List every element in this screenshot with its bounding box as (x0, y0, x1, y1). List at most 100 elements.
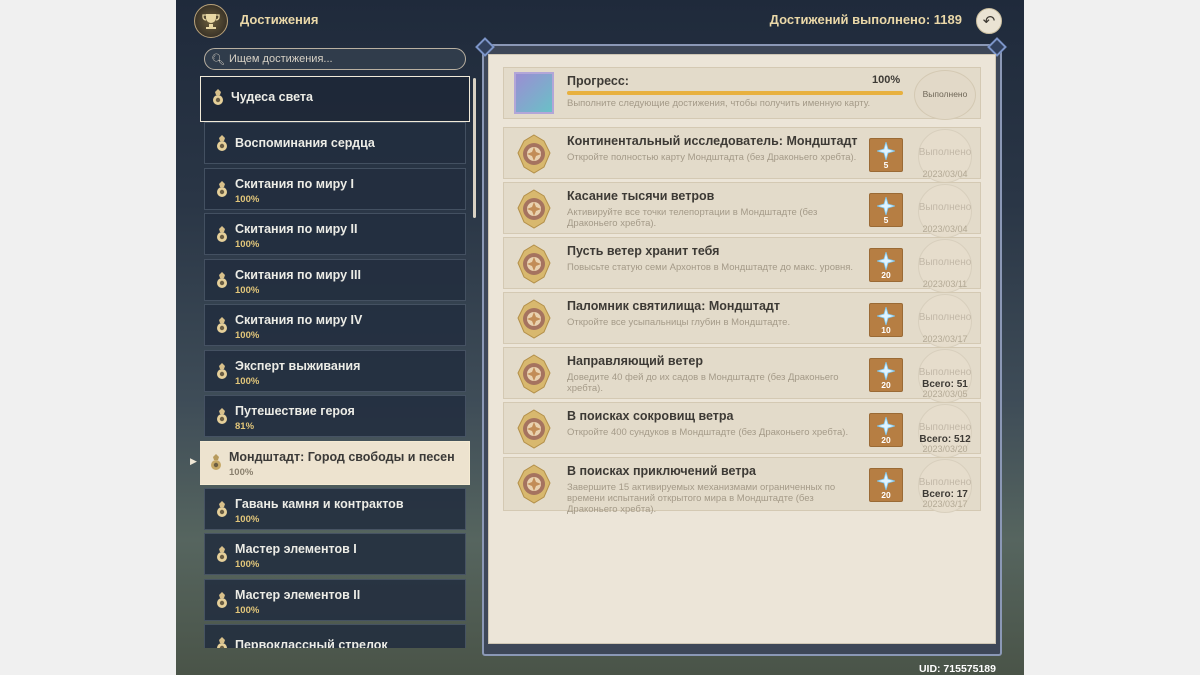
medal-icon (213, 89, 223, 105)
category-percent: 100% (235, 194, 260, 205)
primogem-icon (877, 197, 895, 215)
uid-label: UID: 715575189 (918, 663, 996, 675)
category-name: Скитания по миру IV (235, 313, 363, 327)
category-item[interactable]: Мастер элементов I 100% (204, 533, 466, 575)
category-percent: 100% (235, 605, 260, 616)
achievement-description: Повысьте статую семи Архонтов в Мондштад… (567, 262, 854, 273)
category-item[interactable]: Первоклассный стрелок (204, 624, 466, 648)
back-button[interactable]: ↶ (976, 8, 1002, 34)
progress-stamp: Выполнено (914, 70, 976, 120)
achievement-medal-icon (517, 464, 551, 504)
achievement-medal-icon (517, 134, 551, 174)
category-item[interactable]: Скитания по миру I 100% (204, 168, 466, 210)
primogem-reward: 20 (869, 248, 903, 282)
stamp-date: 2023/03/04 (922, 224, 968, 234)
progress-title: Прогресс: (567, 74, 629, 88)
category-scrollbar[interactable] (473, 78, 476, 218)
achievement-medal-icon (517, 189, 551, 229)
medal-icon (217, 272, 227, 288)
search-icon: 🔍︎ (211, 52, 225, 66)
completed-stamp: Выполнено 2023/03/04 (910, 184, 980, 238)
search-input[interactable] (224, 52, 461, 66)
medal-icon (217, 592, 227, 608)
category-percent: 100% (235, 559, 260, 570)
stamp-status: Выполнено (918, 367, 972, 378)
stamp-date: 2023/03/05 (922, 389, 968, 399)
medal-icon (217, 181, 227, 197)
category-item[interactable]: Скитания по миру II 100% (204, 213, 466, 255)
primogem-reward: 5 (869, 138, 903, 172)
category-item[interactable]: Эксперт выживания 100% (204, 350, 466, 392)
achievement-title: Континентальный исследователь: Мондштадт (567, 134, 858, 148)
stamp-status: Выполнено (918, 147, 972, 158)
achievement-description: Откройте все усыпальницы глубин в Мондшт… (567, 317, 791, 328)
achievement-row: Континентальный исследователь: Мондштадт… (503, 127, 981, 183)
achievement-row: В поисках сокровищ ветра Откройте 400 сун… (503, 402, 981, 458)
progress-bar-fill (567, 91, 903, 95)
category-item[interactable]: Путешествие героя 81% (204, 395, 466, 437)
reward-amount: 20 (881, 490, 891, 500)
completed-stamp: Выполнено Всего: 51 2023/03/05 (910, 349, 980, 403)
achievement-title: В поисках приключений ветра (567, 464, 756, 478)
category-item[interactable]: Гавань камня и контрактов 100% (204, 488, 466, 530)
category-item[interactable]: Воспоминания сердца (204, 122, 466, 164)
achievement-medal-icon (517, 409, 551, 449)
category-name: Скитания по миру III (235, 268, 361, 282)
stamp-date: 2023/03/20 (922, 444, 968, 454)
category-item[interactable]: Мондштадт: Город свободы и песен 100% (200, 441, 470, 485)
achievement-description: Доведите 40 фей до их садов в Мондштадте… (567, 372, 839, 394)
progress-stamp-label: Выполнено (922, 89, 968, 99)
namecard-thumbnail (514, 72, 554, 114)
medal-icon (217, 363, 227, 379)
primogem-icon (877, 142, 895, 160)
progress-bar (567, 91, 903, 95)
category-name: Чудеса света (231, 90, 314, 104)
category-item[interactable]: Чудеса света (200, 76, 470, 122)
category-name: Мастер элементов II (235, 588, 361, 602)
category-item[interactable]: Мастер элементов II 100% (204, 579, 466, 621)
category-name: Мондштадт: Город свободы и песен (229, 450, 455, 464)
completed-stamp: Выполнено 2023/03/17 (910, 294, 980, 348)
category-item[interactable]: Скитания по миру III 100% (204, 259, 466, 301)
achievement-description: Активируйте все точки телепортации в Мон… (567, 207, 818, 229)
category-percent: 100% (235, 514, 260, 525)
achievement-row: В поисках приключений ветра Завершите 15 … (503, 457, 981, 515)
completed-stamp: Выполнено 2023/03/04 (910, 129, 980, 183)
category-percent: 81% (235, 421, 255, 432)
primogem-reward: 10 (869, 303, 903, 337)
category-name: Первоклассный стрелок (235, 638, 388, 648)
search-bar[interactable]: 🔍︎ (204, 48, 466, 70)
achievement-panel: Прогресс: 100% Выполните следующие дости… (488, 54, 996, 644)
medal-icon (217, 637, 227, 648)
medal-icon (217, 546, 227, 562)
category-name: Воспоминания сердца (235, 136, 375, 150)
progress-percent: 100% (872, 74, 901, 86)
medal-icon (217, 501, 227, 517)
achievement-description: Завершите 15 активируемых механизмами ог… (567, 482, 836, 515)
reward-amount: 20 (881, 435, 891, 445)
category-item[interactable]: Скитания по миру IV 100% (204, 304, 466, 346)
medal-icon (217, 226, 227, 242)
category-name: Скитания по миру I (235, 177, 355, 191)
category-name: Путешествие героя (235, 404, 355, 418)
category-percent: 100% (235, 239, 260, 250)
category-percent: 100% (235, 376, 260, 387)
category-percent: 100% (235, 330, 260, 341)
achievement-row: Направляющий ветер Доведите 40 фей до их … (503, 347, 981, 403)
stamp-date: 2023/03/11 (922, 279, 968, 289)
letterbox-left (0, 0, 176, 675)
achievement-row: Касание тысячи ветров Активируйте все точ… (503, 182, 981, 238)
stamp-date: 2023/03/17 (922, 334, 968, 344)
medal-icon (211, 454, 221, 470)
primogem-reward: 20 (869, 358, 903, 392)
completed-count: Достижений выполнено: 1189 (769, 12, 962, 27)
achievement-row: Пусть ветер хранит тебя Повысьте статую с… (503, 237, 981, 293)
active-category-arrow-icon: ▶ (190, 457, 197, 467)
primogem-icon (877, 252, 895, 270)
achievement-medal-icon (517, 354, 551, 394)
category-list: Чудеса света Воспоминания сердца Скитания … (200, 76, 472, 648)
medal-icon (217, 317, 227, 333)
achievement-title: В поисках сокровищ ветра (567, 409, 734, 423)
primogem-reward: 5 (869, 193, 903, 227)
stamp-status: Выполнено (918, 422, 972, 433)
